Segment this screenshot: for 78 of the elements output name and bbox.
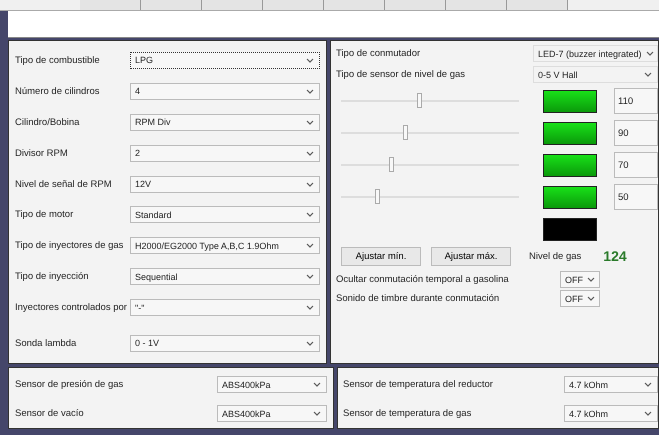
field-label: Sensor de presión de gas <box>15 379 124 390</box>
tab[interactable] <box>141 0 202 10</box>
chevron-icon <box>306 58 314 63</box>
adjust-button[interactable]: Ajustar máx. <box>431 246 511 266</box>
field-label: Inyectores controlados por <box>15 302 127 314</box>
gas-level-label: Nivel de gas <box>529 250 582 262</box>
chevron-icon <box>644 382 652 387</box>
field-label: Ocultar conmutación temporal a gasolina <box>336 274 509 285</box>
field-label: Tipo de sensor de nivel de gas <box>336 69 466 80</box>
dropdown[interactable]: Sequential <box>130 268 320 286</box>
slider-thumb[interactable] <box>403 125 408 140</box>
dropdown[interactable]: 4.7 kOhm <box>564 405 658 422</box>
dropdown[interactable]: OFF <box>560 271 600 288</box>
value-field[interactable]: 50 <box>614 184 658 210</box>
chevron-icon <box>306 150 314 156</box>
slider[interactable] <box>341 155 519 175</box>
tab[interactable] <box>324 0 385 10</box>
field-label: Divisor RPM <box>15 148 68 159</box>
dropdown[interactable]: 0 - 1V <box>130 334 320 352</box>
tab[interactable] <box>507 0 568 10</box>
chevron-icon <box>644 411 652 416</box>
slider-thumb[interactable] <box>417 93 422 108</box>
tab[interactable] <box>202 0 263 10</box>
chevron-icon <box>306 88 314 94</box>
tab[interactable] <box>263 0 324 10</box>
field-label: Nivel de señal de RPM <box>15 178 112 190</box>
dropdown[interactable]: LPG <box>130 52 320 69</box>
field-label: Número de cilindros <box>15 86 100 97</box>
dropdown[interactable]: 0-5 V Hall <box>533 66 658 83</box>
adjust-button[interactable]: Ajustar mín. <box>341 246 421 266</box>
value-field[interactable]: 90 <box>614 120 658 146</box>
dropdown[interactable]: Standard <box>130 206 320 224</box>
value-field[interactable]: 110 <box>614 88 658 114</box>
tab[interactable] <box>446 0 507 10</box>
chevron-icon <box>313 411 321 416</box>
chevron-icon <box>306 182 314 187</box>
chevron-icon <box>587 296 595 301</box>
slider-thumb[interactable] <box>374 189 380 204</box>
dropdown[interactable]: 4.7 kOhm <box>564 376 658 393</box>
dropdown[interactable]: OFF <box>560 290 600 307</box>
chevron-icon <box>587 277 595 282</box>
chevron-icon <box>306 212 314 218</box>
gas-level-value: 124 <box>603 248 627 264</box>
field-label: Sonda lambda <box>15 338 76 349</box>
chevron-icon <box>306 243 314 248</box>
tab[interactable] <box>385 0 446 10</box>
chevron-icon <box>306 340 314 346</box>
slider[interactable] <box>341 123 519 143</box>
chevron-icon <box>646 51 654 56</box>
chevron-icon <box>644 72 652 77</box>
dropdown[interactable]: LED-7 (buzzer integrated) <box>533 45 658 62</box>
tab[interactable] <box>80 0 141 10</box>
dropdown[interactable]: 2 <box>130 144 320 162</box>
field-label: Sensor de vacío <box>15 408 84 419</box>
chevron-icon <box>306 305 314 310</box>
slider[interactable] <box>341 187 519 207</box>
slider-thumb[interactable] <box>388 157 394 172</box>
dropdown[interactable]: 12V <box>130 176 320 193</box>
field-label: Tipo de combustible <box>15 54 100 66</box>
dropdown[interactable]: "-" <box>130 299 320 316</box>
chevron-icon <box>306 274 314 280</box>
field-label: Cilindro/Bobina <box>15 116 80 128</box>
field-label: Tipo de inyectores de gas <box>15 240 124 252</box>
field-label: Tipo de inyección <box>15 271 89 282</box>
field-label: Sensor de temperatura de gas <box>343 408 472 419</box>
dropdown[interactable]: ABS400kPa <box>217 376 327 393</box>
field-label: Sensor de temperatura del reductor <box>343 379 493 390</box>
dropdown[interactable]: ABS400kPa <box>217 405 327 422</box>
chevron-icon <box>306 120 314 125</box>
dropdown[interactable]: RPM Div <box>130 114 320 131</box>
dropdown[interactable]: H2000/EG2000 Type A,B,C 1.9Ohm <box>130 237 320 254</box>
slider[interactable] <box>341 91 519 111</box>
dropdown[interactable]: 4 <box>130 82 320 100</box>
field-label: Sonido de timbre durante conmutación <box>336 293 500 304</box>
value-field[interactable]: 70 <box>614 152 658 178</box>
field-label: Tipo de conmutador <box>336 48 420 59</box>
field-label: Tipo de motor <box>15 209 74 220</box>
chevron-icon <box>313 382 321 387</box>
